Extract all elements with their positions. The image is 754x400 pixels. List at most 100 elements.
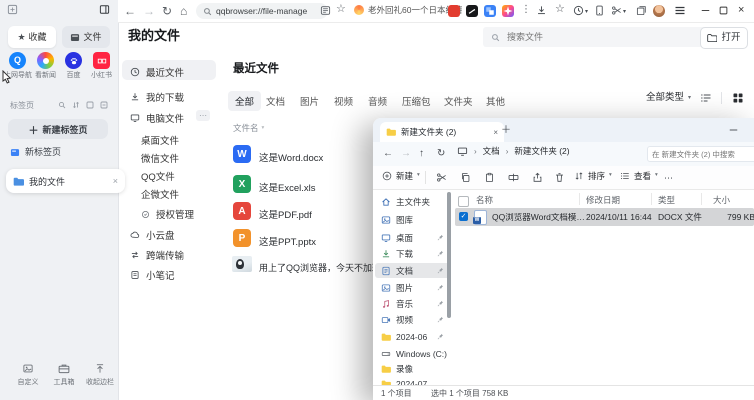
extension-icon-2[interactable] [466,5,478,17]
type-filter-dropdown[interactable]: 全部类型 ▾ [646,93,691,103]
active-tab-card[interactable]: 我的文件 × [6,169,125,193]
extension-icon-3[interactable] [484,5,496,17]
nav-wechat-files[interactable]: 微信文件 [141,151,179,165]
filter-tab-archives[interactable]: 压缩包 [402,94,431,108]
sidebar-item-documents[interactable]: 文档 [375,263,451,278]
refresh-icon[interactable]: ↻ [437,149,445,159]
nav-more-icon[interactable]: ⋯ [196,110,210,121]
multi-window-icon[interactable] [636,5,647,16]
maximize-icon[interactable] [719,6,728,15]
sidebar-item-windows-c[interactable]: Windows (C:) [375,346,451,361]
avatar[interactable] [653,5,665,17]
filter-tab-docs[interactable]: 文档 [266,94,285,108]
explorer-search-input[interactable] [647,146,754,162]
filter-tab-all[interactable]: 全部 [228,91,261,111]
share-icon[interactable] [532,172,543,183]
phone-connect-icon[interactable] [595,5,604,16]
new-tab-item[interactable]: 新标签页 [10,148,61,157]
checkbox-checked[interactable]: ✓ [459,212,468,221]
column-header-filename[interactable]: 文件名 ▾ [233,124,264,133]
sidebar-item-desktop[interactable]: 桌面 [375,230,451,245]
sidebar-item-videos[interactable]: 视频 [375,312,451,327]
select-all-checkbox[interactable] [458,196,469,207]
download-icon[interactable] [536,5,547,16]
close-tab-icon[interactable]: × [113,176,118,186]
nav-my-downloads[interactable]: 我的下载 [130,90,184,104]
cut-icon[interactable] [436,172,447,183]
refresh-icon[interactable]: ↻ [162,4,172,18]
file-search-input[interactable] [505,31,669,43]
tab-files[interactable]: 文件 [62,26,110,48]
hot-search[interactable]: 老外回礼60一个日本红薯 [354,5,462,15]
breadcrumb-documents[interactable]: 文档 [483,147,500,156]
screenshot-icon[interactable] [611,5,622,16]
file-search-box[interactable] [483,27,707,47]
collapse-tabs-icon[interactable] [100,101,108,109]
sidebar-item-home[interactable]: 主文件夹 [375,194,451,209]
customize-button[interactable]: 自定义 [10,363,46,387]
file-row-selected[interactable]: ✓ W QQ浏览器Word文档模板，高效办公... 2024/10/11 16:… [455,208,754,226]
list-view-icon[interactable] [700,92,712,104]
sidebar-item-gallery[interactable]: 图库 [375,212,451,227]
history-icon[interactable] [573,5,584,16]
reader-mode-icon[interactable] [320,5,331,16]
close-tab-icon[interactable]: × [493,128,498,137]
nav-computer-files[interactable]: 电脑文件 [130,111,184,125]
more-commands-icon[interactable]: ⋯ [664,174,673,183]
panel-toggle-icon[interactable] [99,4,110,15]
open-button[interactable]: 打开 [700,27,748,49]
new-window-icon[interactable] [86,101,94,109]
toolbox-button[interactable]: 工具箱 [46,363,82,387]
extensions-more-icon[interactable]: ⋮ [521,5,531,15]
filter-tab-folders[interactable]: 文件夹 [444,94,473,108]
address-bar[interactable]: qqbrowser://file-manage [196,3,328,19]
filter-tab-videos[interactable]: 视频 [334,94,353,108]
new-tab-button[interactable]: ＋ 新建标签页 [8,119,108,139]
new-tab-icon[interactable]: ＋ [501,126,511,136]
sort-button[interactable]: 排序 ▾ [574,171,612,181]
nav-cloud-drive[interactable]: 小云盘 [130,228,175,242]
bookmark-star-icon[interactable]: ☆ [336,4,346,15]
view-button[interactable]: 查看 ▾ [620,171,658,181]
nav-recent-files[interactable]: 最近文件 [130,65,184,79]
nav-authorization[interactable]: 授权管理 [141,207,194,221]
forward-icon[interactable]: → [401,149,411,159]
sidebar-item-folder-2024-06[interactable]: 2024-06 [375,329,451,344]
nav-qq-files[interactable]: QQ文件 [141,169,175,183]
breadcrumb[interactable]: › 文档 › 新建文件夹 (2) [457,146,570,157]
tab-favorites[interactable]: ★ 收藏 [8,26,56,48]
nav-wecom-files[interactable]: 企微文件 [141,187,179,201]
back-icon[interactable]: ← [124,4,136,18]
collapse-sidebar-button[interactable]: 收起边栏 [82,363,118,387]
column-date-modified[interactable]: 修改日期 [586,194,620,206]
paste-icon[interactable] [484,172,495,183]
sidebar-item-music[interactable]: 音乐 [375,296,451,311]
close-window-icon[interactable]: × [738,5,744,16]
filter-tab-audio[interactable]: 音频 [368,94,387,108]
explorer-minimize-icon[interactable] [729,128,738,132]
column-type[interactable]: 类型 [658,194,675,206]
copy-icon[interactable] [460,172,471,183]
search-tabs-icon[interactable] [58,101,66,109]
sidebar-item-downloads[interactable]: 下载 [375,246,451,261]
sidebar-item-recordings[interactable]: 录像 [375,361,451,376]
quick-link-baidu[interactable]: 百度 [60,52,87,79]
quick-link-xiaohongshu[interactable]: 小红书 [88,52,115,79]
app-tray-icon[interactable] [7,4,18,15]
back-icon[interactable]: ← [383,149,393,159]
column-size[interactable]: 大小 [713,194,730,206]
history-caret-icon[interactable]: ▾ [585,9,588,15]
nav-cross-device-transfer[interactable]: 跨端传输 [130,248,184,262]
screenshot-caret-icon[interactable]: ▾ [623,9,626,15]
rename-icon[interactable] [508,172,519,183]
sidebar-item-pictures[interactable]: 图片 [375,280,451,295]
extension-icon-4[interactable] [502,5,514,17]
sidebar-scrollbar[interactable] [447,192,451,318]
delete-icon[interactable] [554,172,565,183]
favorites-star-icon[interactable]: ☆ [555,4,565,15]
filter-tab-images[interactable]: 图片 [300,94,319,108]
explorer-tab[interactable]: 新建文件夹 (2) × [380,122,504,142]
new-button[interactable]: 新建 ▾ [382,171,420,181]
grid-view-icon[interactable] [732,92,744,104]
extension-icon-1[interactable] [448,5,460,17]
